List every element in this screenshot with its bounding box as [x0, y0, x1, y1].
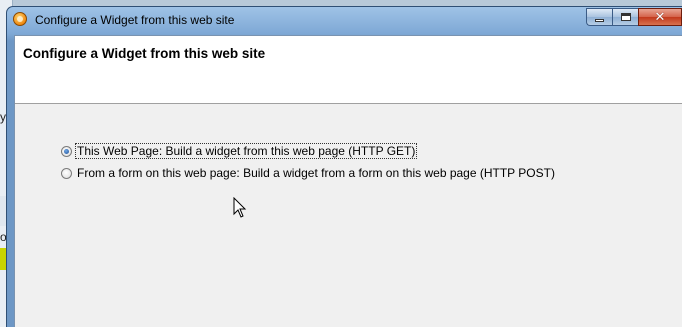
radio-button-unselected[interactable]	[61, 167, 72, 179]
option-label[interactable]: From a form on this web page: Build a wi…	[76, 166, 556, 180]
widget-app-icon[interactable]	[13, 12, 27, 26]
maximize-icon	[620, 13, 631, 21]
minimize-button[interactable]	[586, 8, 612, 26]
caption-buttons: ✕	[586, 8, 682, 27]
dialog-client-area: Configure a Widget from this web site Th…	[14, 35, 682, 327]
option-this-web-page[interactable]: This Web Page: Build a widget from this …	[61, 140, 556, 162]
close-button[interactable]: ✕	[638, 8, 682, 26]
dialog-heading: Configure a Widget from this web site	[23, 46, 266, 61]
configure-widget-dialog: Configure a Widget from this web site ✕ …	[6, 6, 682, 327]
maximize-button[interactable]	[612, 8, 638, 26]
option-form-on-page[interactable]: From a form on this web page: Build a wi…	[61, 162, 556, 184]
title-bar[interactable]: Configure a Widget from this web site ✕	[7, 7, 682, 33]
close-icon: ✕	[654, 9, 666, 25]
build-mode-options: This Web Page: Build a widget from this …	[61, 140, 556, 184]
mouse-pointer-icon	[233, 197, 247, 218]
radio-button-selected[interactable]	[61, 145, 72, 157]
minimize-icon	[595, 18, 604, 22]
dialog-header: Configure a Widget from this web site	[15, 36, 682, 104]
window-title: Configure a Widget from this web site	[35, 13, 235, 27]
option-label[interactable]: This Web Page: Build a widget from this …	[74, 143, 418, 159]
